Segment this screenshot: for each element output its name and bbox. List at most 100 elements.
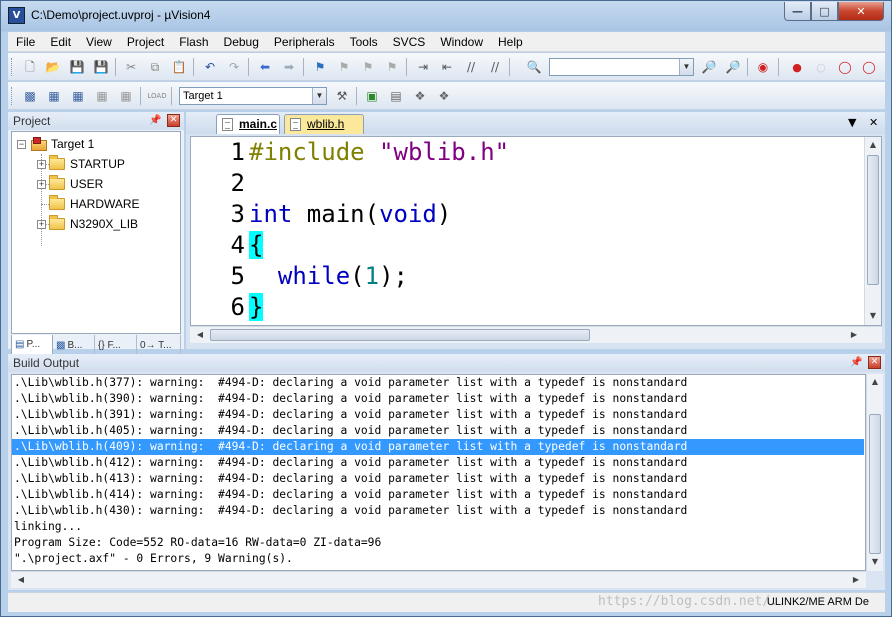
- scroll-right-icon[interactable]: ▶: [847, 330, 861, 339]
- build-horizontal-scrollbar[interactable]: ◀ ▶: [11, 571, 866, 588]
- expand-icon[interactable]: +: [37, 159, 46, 169]
- manage-components-icon[interactable]: ▣: [363, 87, 381, 105]
- pack-installer-icon[interactable]: ❖: [411, 87, 429, 105]
- code-line[interactable]: 3 int main(void): [191, 199, 861, 230]
- code-line[interactable]: 4{: [191, 230, 861, 261]
- scroll-left-icon[interactable]: ◀: [193, 330, 207, 339]
- tree-group-user[interactable]: + USER: [37, 175, 103, 193]
- paste-icon[interactable]: 📋: [170, 58, 188, 76]
- pin-icon[interactable]: 📌: [149, 115, 161, 127]
- code-editor[interactable]: 1 #include "wblib.h" 2 3 int main(void) 4{5 w…: [190, 136, 882, 326]
- code-line[interactable]: 6}: [191, 292, 861, 323]
- close-panel-icon[interactable]: ✕: [167, 114, 180, 127]
- tree-target[interactable]: − Target 1: [17, 135, 94, 153]
- menu-help[interactable]: Help: [490, 32, 530, 52]
- breakpoint-icon[interactable]: ●: [788, 58, 806, 76]
- scroll-up-icon[interactable]: ▲: [866, 140, 880, 149]
- tree-group-startup[interactable]: + STARTUP: [37, 155, 125, 173]
- output-line[interactable]: Program Size: Code=552 RO-data=16 RW-dat…: [12, 535, 864, 551]
- output-line[interactable]: .\Lib\wblib.h(414): warning: #494-D: dec…: [12, 487, 864, 503]
- navigate-forward-icon[interactable]: ➡: [280, 58, 298, 76]
- toolbar-grip[interactable]: [11, 87, 14, 105]
- scroll-left-icon[interactable]: ◀: [14, 575, 28, 584]
- output-line[interactable]: .\Lib\wblib.h(430): warning: #494-D: dec…: [12, 503, 864, 519]
- tab-list-dropdown-icon[interactable]: ▼: [848, 116, 856, 129]
- stop-build-icon[interactable]: ▦: [117, 87, 135, 105]
- select-packs-icon[interactable]: ▤: [387, 87, 405, 105]
- find-combo[interactable]: ▼: [549, 58, 694, 76]
- tab-templates[interactable]: 0→ T...: [137, 335, 181, 355]
- disable-all-breakpoints-icon[interactable]: ◯: [836, 58, 854, 76]
- batch-build-icon[interactable]: ▦: [93, 87, 111, 105]
- comment-icon[interactable]: //: [462, 58, 480, 76]
- save-all-icon[interactable]: 💾: [92, 58, 110, 76]
- pin-icon[interactable]: 📌: [850, 357, 862, 369]
- prev-bookmark-icon[interactable]: ⚑: [335, 58, 353, 76]
- editor-vertical-scrollbar[interactable]: ▲ ▼: [864, 137, 881, 325]
- scroll-thumb[interactable]: [867, 155, 879, 285]
- build-icon[interactable]: ▦: [45, 87, 63, 105]
- scroll-down-icon[interactable]: ▼: [866, 311, 880, 320]
- new-file-icon[interactable]: 🗋: [21, 58, 39, 76]
- incremental-find-icon[interactable]: 🔎: [724, 58, 742, 76]
- build-output-text[interactable]: .\Lib\wblib.h(377): warning: #494-D: dec…: [11, 374, 866, 571]
- run-time-env-icon[interactable]: ❖: [435, 87, 453, 105]
- find-in-files-icon[interactable]: 🔍: [525, 58, 543, 76]
- minimize-button[interactable]: —: [784, 2, 811, 21]
- menu-svcs[interactable]: SVCS: [385, 32, 433, 52]
- target-select[interactable]: Target 1 ▼: [179, 87, 327, 105]
- editor-horizontal-scrollbar[interactable]: ◀ ▶: [190, 326, 882, 343]
- chevron-down-icon[interactable]: ▼: [312, 88, 326, 104]
- indent-icon[interactable]: ⇥: [414, 58, 432, 76]
- code-line[interactable]: 5 while(1);: [191, 261, 861, 292]
- rebuild-icon[interactable]: ▦: [69, 87, 87, 105]
- navigate-back-icon[interactable]: ⬅: [256, 58, 274, 76]
- toolbar-grip[interactable]: [11, 58, 14, 76]
- output-line[interactable]: .\Lib\wblib.h(405): warning: #494-D: dec…: [12, 423, 864, 439]
- tree-group-n3290x-lib[interactable]: + N3290X_LIB: [37, 215, 138, 233]
- close-tab-icon[interactable]: ✕: [869, 116, 878, 129]
- tab-functions[interactable]: {} F...: [95, 335, 137, 355]
- output-line[interactable]: .\Lib\wblib.h(412): warning: #494-D: dec…: [12, 455, 864, 471]
- close-panel-icon[interactable]: ✕: [868, 356, 881, 369]
- build-vertical-scrollbar[interactable]: ▲ ▼: [866, 374, 883, 571]
- menu-view[interactable]: View: [78, 32, 119, 52]
- scroll-up-icon[interactable]: ▲: [868, 377, 882, 386]
- code-line[interactable]: 1 #include "wblib.h": [191, 137, 861, 168]
- tab-project[interactable]: ▤ P...: [11, 335, 53, 355]
- uncomment-icon[interactable]: //: [486, 58, 504, 76]
- code-line[interactable]: 2: [191, 168, 861, 199]
- output-line[interactable]: .\Lib\wblib.h(409): warning: #494-D: dec…: [12, 439, 864, 455]
- menu-flash[interactable]: Flash: [171, 32, 215, 52]
- tab-books[interactable]: ▩ B...: [53, 335, 95, 355]
- download-load-icon[interactable]: LOAD: [147, 87, 166, 105]
- target-options-icon[interactable]: ⚒: [333, 87, 351, 105]
- scroll-down-icon[interactable]: ▼: [868, 557, 882, 566]
- collapse-icon[interactable]: −: [17, 139, 26, 149]
- menu-tools[interactable]: Tools: [342, 32, 385, 52]
- output-line[interactable]: .\Lib\wblib.h(391): warning: #494-D: dec…: [12, 407, 864, 423]
- next-bookmark-icon[interactable]: ⚑: [359, 58, 377, 76]
- output-line[interactable]: .\Lib\wblib.h(413): warning: #494-D: dec…: [12, 471, 864, 487]
- title-bar[interactable]: V C:\Demo\project.uvproj - µVision4 — □ …: [1, 1, 891, 31]
- output-line[interactable]: ".\project.axf" - 0 Errors, 9 Warning(s)…: [12, 551, 864, 567]
- debug-session-icon[interactable]: ◉: [754, 58, 772, 76]
- expand-icon[interactable]: +: [37, 179, 46, 189]
- undo-icon[interactable]: ↶: [201, 58, 219, 76]
- redo-icon[interactable]: ↷: [225, 58, 243, 76]
- maximize-button[interactable]: □: [811, 2, 838, 21]
- chevron-down-icon[interactable]: ▼: [679, 59, 693, 75]
- tab-wblib-h[interactable]: wblib.h: [284, 114, 364, 134]
- kill-all-breakpoints-icon[interactable]: ◯: [860, 58, 878, 76]
- clear-bookmarks-icon[interactable]: ⚑: [383, 58, 401, 76]
- menu-peripherals[interactable]: Peripherals: [266, 32, 342, 52]
- unindent-icon[interactable]: ⇤: [438, 58, 456, 76]
- disable-breakpoint-icon[interactable]: ○: [812, 58, 830, 76]
- output-line[interactable]: .\Lib\wblib.h(377): warning: #494-D: dec…: [12, 375, 864, 391]
- output-line[interactable]: .\Lib\wblib.h(390): warning: #494-D: dec…: [12, 391, 864, 407]
- scroll-right-icon[interactable]: ▶: [849, 575, 863, 584]
- menu-project[interactable]: Project: [119, 32, 171, 52]
- expand-icon[interactable]: +: [37, 219, 46, 229]
- bookmark-icon[interactable]: ⚑: [311, 58, 329, 76]
- close-button[interactable]: ✕: [838, 2, 884, 21]
